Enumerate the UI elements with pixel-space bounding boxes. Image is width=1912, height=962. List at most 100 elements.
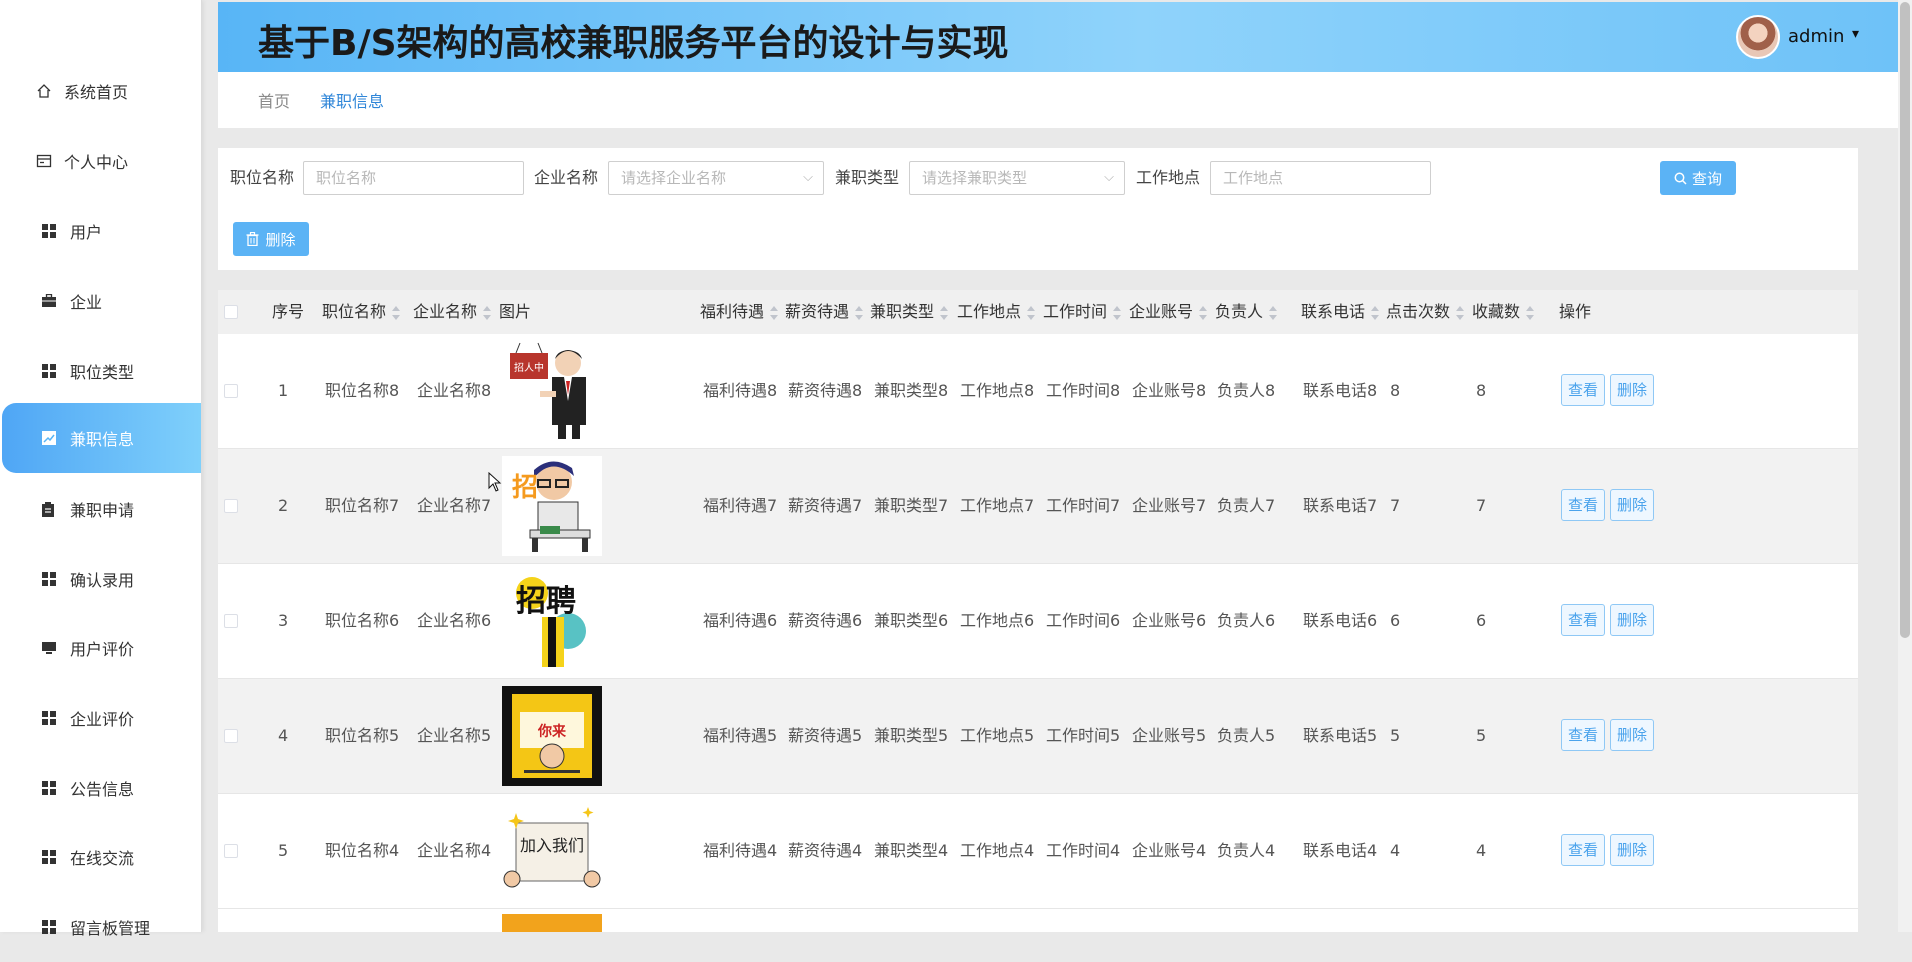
delete-button[interactable]: 删除: [1610, 604, 1654, 636]
cell-phone: 联系电话4: [1303, 841, 1378, 860]
col-company[interactable]: 企业名称: [413, 290, 492, 334]
cell-welfare: 福利待遇4: [703, 841, 778, 860]
sort-icon[interactable]: [1371, 305, 1380, 320]
sidebar-item-notice[interactable]: 公告信息: [2, 753, 201, 823]
row-checkbox[interactable]: [224, 614, 238, 628]
col-account[interactable]: 企业账号: [1129, 290, 1208, 334]
col-location[interactable]: 工作地点: [957, 290, 1036, 334]
sidebar-item-label: 职位类型: [70, 363, 135, 382]
sidebar-item-label: 企业评价: [70, 710, 135, 729]
sort-icon[interactable]: [483, 305, 492, 320]
view-button[interactable]: 查看: [1561, 719, 1605, 751]
sidebar: 系统首页 个人中心 用户 企业 职位类型 兼职信息 兼职申请 确认录用 用户评价…: [0, 0, 202, 938]
breadcrumb-home[interactable]: 首页: [258, 88, 290, 112]
sort-icon[interactable]: [1199, 305, 1208, 320]
row-checkbox[interactable]: [224, 729, 238, 743]
company-select-placeholder: 请选择企业名称: [621, 169, 727, 187]
sort-icon[interactable]: [940, 305, 949, 320]
sort-icon[interactable]: [1456, 305, 1465, 320]
scrollbar-thumb[interactable]: [1900, 2, 1910, 638]
row-checkbox[interactable]: [224, 844, 238, 858]
sort-icon[interactable]: [1113, 305, 1122, 320]
col-job-name[interactable]: 职位名称: [322, 290, 401, 334]
table-row[interactable]: 3 职位名称6 企业名称6 福利待遇6 薪资待遇6 兼职类型6 工作地点6 工作时间6 企业账号…: [218, 564, 1858, 679]
table-row[interactable]: 5 职位名称4 企业名称4 福利待遇4 薪资待遇4 兼职类型4 工作地点4 工作时间4 企业账号…: [218, 794, 1858, 909]
view-button[interactable]: 查看: [1561, 604, 1605, 636]
cell-welfare: 福利待遇7: [703, 496, 778, 515]
col-label: 福利待遇: [700, 302, 765, 321]
sidebar-item-hire-confirm[interactable]: 确认录用: [2, 544, 201, 614]
col-salary[interactable]: 薪资待遇: [785, 290, 864, 334]
sidebar-item-label: 兼职申请: [70, 501, 135, 520]
sidebar-item-job-apply[interactable]: 兼职申请: [2, 474, 201, 544]
page-title: 基于B/S架构的高校兼职服务平台的设计与实现: [258, 23, 1009, 64]
col-favorites[interactable]: 收藏数: [1472, 290, 1535, 334]
cell-manager: 负责人6: [1217, 611, 1276, 630]
cell-salary: 薪资待遇7: [788, 496, 863, 515]
col-label: 负责人: [1215, 302, 1264, 321]
sidebar-item-job-info[interactable]: 兼职信息: [2, 403, 201, 473]
batch-delete-button[interactable]: 删除: [233, 222, 309, 256]
col-manager[interactable]: 负责人: [1215, 290, 1278, 334]
page-scrollbar[interactable]: [1898, 0, 1912, 932]
sort-icon[interactable]: [770, 305, 779, 320]
sidebar-item-profile[interactable]: 个人中心: [2, 126, 201, 196]
sidebar-item-label: 用户: [70, 223, 103, 242]
row-checkbox[interactable]: [224, 499, 238, 513]
col-label: 企业名称: [413, 302, 478, 321]
cell-welfare: 福利待遇5: [703, 726, 778, 745]
row-checkbox[interactable]: [224, 384, 238, 398]
delete-button[interactable]: 删除: [1610, 719, 1654, 751]
sort-icon[interactable]: [1526, 305, 1535, 320]
caret-down-icon[interactable]: ▾: [1852, 26, 1859, 42]
job-name-input[interactable]: [303, 161, 524, 195]
view-button[interactable]: 查看: [1561, 374, 1605, 406]
sidebar-item-home[interactable]: 系统首页: [2, 56, 201, 126]
sort-icon[interactable]: [1027, 305, 1036, 320]
mouse-cursor-icon: [488, 472, 502, 492]
col-label: 薪资待遇: [785, 302, 850, 321]
company-select[interactable]: 请选择企业名称 ⌵: [608, 161, 824, 195]
view-button[interactable]: 查看: [1561, 834, 1605, 866]
table-header: 序号 职位名称 企业名称 图片 福利待遇 薪资待遇 兼职类型 工作地点 工作时间…: [218, 290, 1858, 334]
cell-company: 企业名称8: [417, 381, 492, 400]
row-image: 招: [502, 456, 602, 556]
select-all-checkbox[interactable]: [224, 305, 238, 319]
sidebar-item-job-type[interactable]: 职位类型: [2, 336, 201, 406]
chevron-down-icon: ⌵: [803, 170, 813, 185]
col-clicks[interactable]: 点击次数: [1386, 290, 1465, 334]
col-type[interactable]: 兼职类型: [870, 290, 949, 334]
col-label: 点击次数: [1386, 302, 1451, 321]
sidebar-item-company-review[interactable]: 企业评价: [2, 683, 201, 753]
table-row[interactable]: 4 职位名称5 企业名称5 福利待遇5 薪资待遇5 兼职类型5 工作地点5 工作时间5 企业账号…: [218, 679, 1858, 794]
table-row[interactable]: 2 职位名称7 企业名称7 福利待遇7 薪资待遇7 兼职类型7 工作地点7 工作时间7 企业账号…: [218, 449, 1858, 564]
col-phone[interactable]: 联系电话: [1301, 290, 1380, 334]
cell-account: 企业账号6: [1132, 611, 1207, 630]
cell-account: 企业账号8: [1132, 381, 1207, 400]
table-row[interactable]: 1 职位名称8 企业名称8 福利待遇8 薪资待遇8 兼职类型8 工作地点8 工作时间8 企业账号…: [218, 334, 1858, 449]
type-select[interactable]: 请选择兼职类型 ⌵: [909, 161, 1125, 195]
col-time[interactable]: 工作时间: [1043, 290, 1122, 334]
row-image: 你来: [502, 686, 602, 786]
delete-button[interactable]: 删除: [1610, 834, 1654, 866]
user-name[interactable]: admin: [1788, 26, 1844, 47]
sidebar-item-company[interactable]: 企业: [2, 266, 201, 336]
cell-job: 职位名称8: [325, 381, 400, 400]
cell-clicks: 8: [1390, 381, 1401, 400]
sort-icon[interactable]: [855, 305, 864, 320]
col-welfare[interactable]: 福利待遇: [700, 290, 779, 334]
delete-button[interactable]: 删除: [1610, 374, 1654, 406]
query-button[interactable]: 查询: [1660, 161, 1736, 195]
delete-button[interactable]: 删除: [1610, 489, 1654, 521]
sort-icon[interactable]: [1269, 305, 1278, 320]
col-label: 兼职类型: [870, 302, 935, 321]
sort-icon[interactable]: [392, 305, 401, 320]
sidebar-item-chat[interactable]: 在线交流: [2, 822, 201, 892]
sidebar-item-users[interactable]: 用户: [2, 196, 201, 266]
location-input[interactable]: [1210, 161, 1431, 195]
sidebar-item-user-review[interactable]: 用户评价: [2, 613, 201, 683]
sidebar-item-messages[interactable]: 留言板管理: [2, 892, 201, 962]
view-button[interactable]: 查看: [1561, 489, 1605, 521]
sidebar-item-label: 用户评价: [70, 640, 135, 659]
avatar[interactable]: [1736, 15, 1780, 59]
